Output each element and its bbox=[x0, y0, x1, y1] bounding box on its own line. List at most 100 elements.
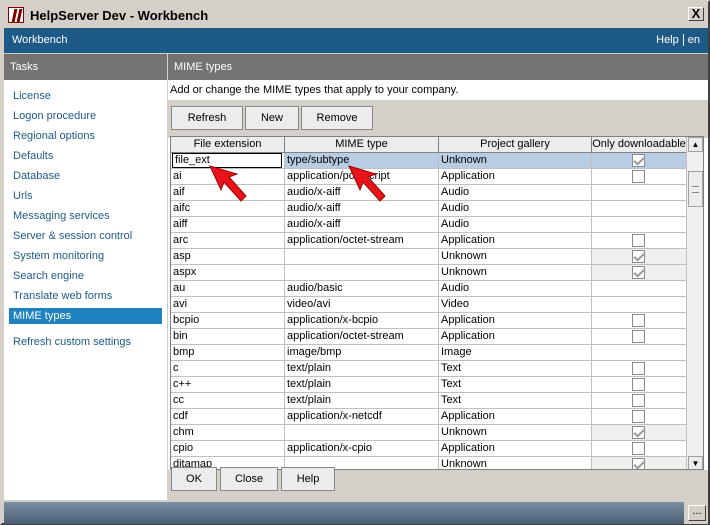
sidebar-item-logon-procedure[interactable]: Logon procedure bbox=[4, 106, 167, 126]
only-downloadable-checkbox[interactable] bbox=[632, 410, 645, 423]
cell-project-gallery[interactable]: Application bbox=[439, 329, 592, 345]
column-header-file-extension[interactable]: File extension bbox=[171, 137, 285, 153]
scroll-down-arrow-icon[interactable]: ▼ bbox=[688, 456, 703, 469]
cell-file-extension[interactable]: bin bbox=[171, 329, 285, 345]
cell-mime-type[interactable]: application/x-cpio bbox=[285, 441, 439, 457]
refresh-button[interactable]: Refresh bbox=[171, 106, 243, 130]
cell-file-extension[interactable]: aif bbox=[171, 185, 285, 201]
only-downloadable-checkbox[interactable] bbox=[632, 442, 645, 455]
table-row[interactable]: cdf application/x-netcdf Application bbox=[171, 409, 687, 425]
cell-mime-type[interactable]: application/x-bcpio bbox=[285, 313, 439, 329]
cell-project-gallery[interactable]: Text bbox=[439, 393, 592, 409]
table-row[interactable]: chm Unknown bbox=[171, 425, 687, 441]
sidebar-item-server-session-control[interactable]: Server & session control bbox=[4, 226, 167, 246]
sidebar-item-license[interactable]: License bbox=[4, 86, 167, 106]
cell-project-gallery[interactable]: Audio bbox=[439, 281, 592, 297]
cell-project-gallery[interactable]: Image bbox=[439, 345, 592, 361]
table-row[interactable]: c++ text/plain Text bbox=[171, 377, 687, 393]
table-row[interactable]: aifc audio/x-aiff Audio bbox=[171, 201, 687, 217]
ok-button[interactable]: OK bbox=[171, 467, 217, 491]
table-row[interactable]: aspx Unknown bbox=[171, 265, 687, 281]
table-row[interactable]: file_ext type/subtype Unknown bbox=[171, 153, 687, 169]
only-downloadable-checkbox[interactable] bbox=[632, 330, 645, 343]
status-corner-button[interactable]: ... bbox=[688, 505, 706, 521]
cell-file-extension[interactable]: ai bbox=[171, 169, 285, 185]
cell-file-extension[interactable]: chm bbox=[171, 425, 285, 441]
only-downloadable-checkbox[interactable] bbox=[632, 234, 645, 247]
table-row[interactable]: bmp image/bmp Image bbox=[171, 345, 687, 361]
cell-mime-type[interactable]: audio/x-aiff bbox=[285, 185, 439, 201]
sidebar-item-messaging-services[interactable]: Messaging services bbox=[4, 206, 167, 226]
sidebar-item-search-engine[interactable]: Search engine bbox=[4, 266, 167, 286]
remove-button[interactable]: Remove bbox=[301, 106, 373, 130]
cell-file-extension[interactable]: aifc bbox=[171, 201, 285, 217]
only-downloadable-checkbox[interactable] bbox=[632, 362, 645, 375]
table-row[interactable]: cpio application/x-cpio Application bbox=[171, 441, 687, 457]
column-header-project-gallery[interactable]: Project gallery bbox=[439, 137, 592, 153]
cell-project-gallery[interactable]: Application bbox=[439, 169, 592, 185]
mime-types-table[interactable]: File extension MIME type Project gallery… bbox=[170, 136, 704, 470]
cell-mime-type[interactable] bbox=[285, 249, 439, 265]
only-downloadable-checkbox[interactable] bbox=[632, 314, 645, 327]
help-link[interactable]: Help bbox=[656, 34, 679, 46]
cell-mime-type[interactable]: text/plain bbox=[285, 393, 439, 409]
cell-file-extension[interactable]: asp bbox=[171, 249, 285, 265]
cell-mime-type[interactable]: audio/x-aiff bbox=[285, 201, 439, 217]
cell-file-extension[interactable]: file_ext bbox=[171, 153, 285, 169]
sidebar-item-urls[interactable]: Urls bbox=[4, 186, 167, 206]
scrollbar-thumb[interactable] bbox=[688, 171, 703, 207]
sidebar-item-refresh-custom-settings[interactable]: Refresh custom settings bbox=[4, 332, 167, 352]
table-row[interactable]: c text/plain Text bbox=[171, 361, 687, 377]
table-row[interactable]: aif audio/x-aiff Audio bbox=[171, 185, 687, 201]
cell-file-extension[interactable]: bcpio bbox=[171, 313, 285, 329]
table-row[interactable]: au audio/basic Audio bbox=[171, 281, 687, 297]
only-downloadable-checkbox[interactable] bbox=[632, 170, 645, 183]
title-bar[interactable]: HelpServer Dev - Workbench X bbox=[4, 4, 708, 26]
cell-project-gallery[interactable]: Application bbox=[439, 441, 592, 457]
cell-project-gallery[interactable]: Audio bbox=[439, 185, 592, 201]
sidebar-item-defaults[interactable]: Defaults bbox=[4, 146, 167, 166]
cell-file-extension[interactable]: c bbox=[171, 361, 285, 377]
cell-project-gallery[interactable]: Text bbox=[439, 361, 592, 377]
cell-file-extension[interactable]: avi bbox=[171, 297, 285, 313]
table-row[interactable]: bcpio application/x-bcpio Application bbox=[171, 313, 687, 329]
new-button[interactable]: New bbox=[245, 106, 299, 130]
cell-project-gallery[interactable]: Application bbox=[439, 313, 592, 329]
sidebar-item-database[interactable]: Database bbox=[4, 166, 167, 186]
cell-file-extension[interactable]: bmp bbox=[171, 345, 285, 361]
cell-mime-type[interactable]: text/plain bbox=[285, 361, 439, 377]
table-row[interactable]: cc text/plain Text bbox=[171, 393, 687, 409]
table-row[interactable]: asp Unknown bbox=[171, 249, 687, 265]
table-row[interactable]: avi video/avi Video bbox=[171, 297, 687, 313]
cell-file-extension[interactable]: cc bbox=[171, 393, 285, 409]
cell-project-gallery[interactable]: Unknown bbox=[439, 457, 592, 469]
cell-mime-type[interactable]: application/octet-stream bbox=[285, 233, 439, 249]
cell-project-gallery[interactable]: Audio bbox=[439, 201, 592, 217]
cell-file-extension[interactable]: aspx bbox=[171, 265, 285, 281]
only-downloadable-checkbox[interactable] bbox=[632, 458, 645, 469]
cell-mime-type[interactable]: audio/x-aiff bbox=[285, 217, 439, 233]
cell-mime-type[interactable]: text/plain bbox=[285, 377, 439, 393]
table-row[interactable]: ai application/postscript Application bbox=[171, 169, 687, 185]
cell-project-gallery[interactable]: Unknown bbox=[439, 249, 592, 265]
table-row[interactable]: bin application/octet-stream Application bbox=[171, 329, 687, 345]
cell-project-gallery[interactable]: Application bbox=[439, 233, 592, 249]
sidebar-item-mime-types[interactable]: MIME types bbox=[9, 308, 162, 324]
cell-mime-type[interactable]: image/bmp bbox=[285, 345, 439, 361]
only-downloadable-checkbox[interactable] bbox=[632, 426, 645, 439]
only-downloadable-checkbox[interactable] bbox=[632, 266, 645, 279]
file-extension-input[interactable]: file_ext bbox=[172, 153, 282, 168]
cell-file-extension[interactable]: cdf bbox=[171, 409, 285, 425]
cell-project-gallery[interactable]: Video bbox=[439, 297, 592, 313]
cell-file-extension[interactable]: arc bbox=[171, 233, 285, 249]
sidebar-item-system-monitoring[interactable]: System monitoring bbox=[4, 246, 167, 266]
cell-mime-type[interactable]: audio/basic bbox=[285, 281, 439, 297]
only-downloadable-checkbox[interactable] bbox=[632, 154, 645, 167]
cell-mime-type[interactable]: application/x-netcdf bbox=[285, 409, 439, 425]
sidebar-item-translate-web-forms[interactable]: Translate web forms bbox=[4, 286, 167, 306]
cell-project-gallery[interactable]: Unknown bbox=[439, 153, 592, 169]
cell-project-gallery[interactable]: Text bbox=[439, 377, 592, 393]
help-button[interactable]: Help bbox=[281, 467, 335, 491]
cell-project-gallery[interactable]: Unknown bbox=[439, 265, 592, 281]
cell-mime-type[interactable] bbox=[285, 425, 439, 441]
